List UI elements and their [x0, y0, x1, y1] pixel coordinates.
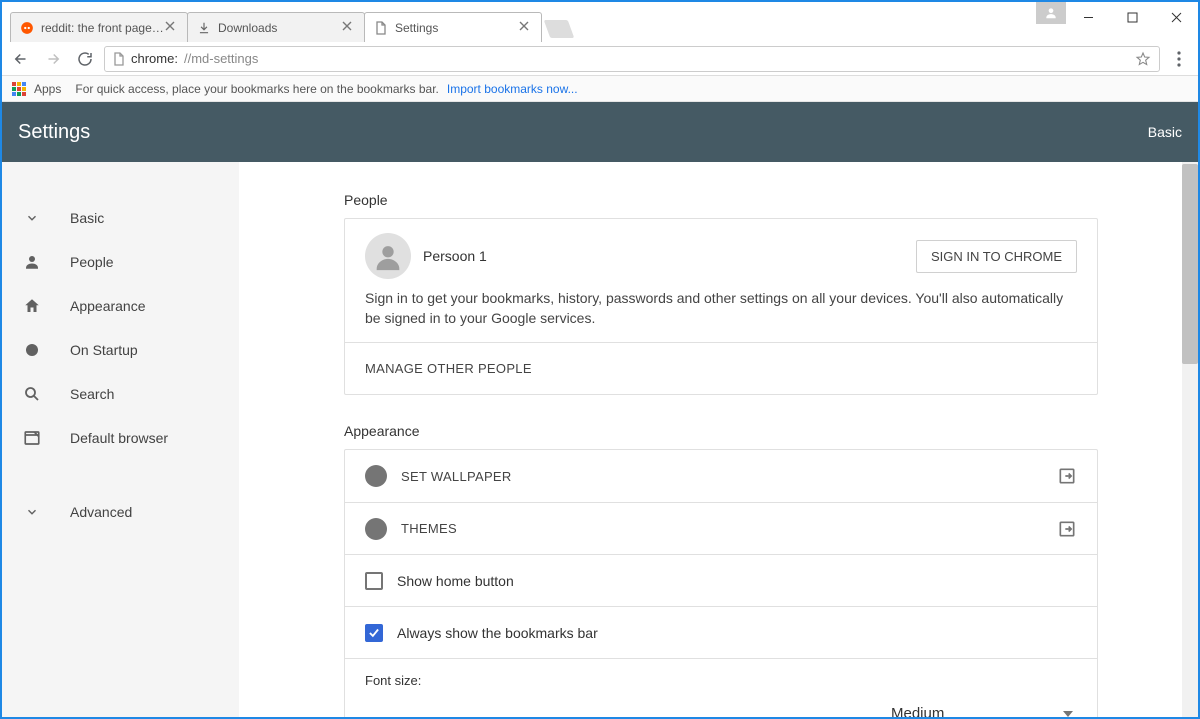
appearance-card: SET WALLPAPER THEMES Show home button [344, 449, 1098, 717]
download-icon [196, 20, 212, 36]
import-bookmarks-link[interactable]: Import bookmarks now... [447, 82, 578, 96]
caret-down-icon [1063, 711, 1073, 717]
tab-title: Downloads [218, 21, 342, 35]
mode-toggle[interactable]: Basic [1148, 124, 1182, 140]
page-title: Settings [18, 121, 90, 144]
sidebar-item-default-browser[interactable]: Default browser [2, 416, 239, 460]
browser-window: reddit: the front page of Downloads Sett [0, 0, 1200, 719]
close-icon[interactable] [342, 21, 356, 35]
avatar [365, 233, 411, 279]
themes-row[interactable]: THEMES [345, 502, 1097, 554]
search-icon [22, 384, 42, 404]
person-icon [22, 252, 42, 272]
bookmarks-bar: Apps For quick access, place your bookma… [2, 76, 1198, 102]
tab-downloads[interactable]: Downloads [187, 12, 365, 42]
scrollbar-thumb[interactable] [1182, 164, 1198, 364]
sign-in-button[interactable]: SIGN IN TO CHROME [916, 240, 1077, 273]
sidebar-item-label: Advanced [70, 504, 132, 520]
browser-icon [22, 428, 42, 448]
set-wallpaper-row[interactable]: SET WALLPAPER [345, 450, 1097, 502]
manage-people-row[interactable]: MANAGE OTHER PEOPLE [345, 342, 1097, 394]
sidebar-item-label: Appearance [70, 298, 146, 314]
tab-reddit[interactable]: reddit: the front page of [10, 12, 188, 42]
apps-icon[interactable] [12, 82, 26, 96]
font-size-label: Font size: [365, 673, 1077, 688]
open-external-icon[interactable] [1057, 466, 1077, 486]
titlebar: reddit: the front page of Downloads Sett [2, 2, 1198, 42]
bookmark-star-icon[interactable] [1135, 51, 1151, 67]
bookmarks-bar-label: Always show the bookmarks bar [397, 625, 598, 641]
sidebar-item-label: Basic [70, 210, 104, 226]
show-home-button-row[interactable]: Show home button [345, 554, 1097, 606]
url-path: //md-settings [184, 51, 258, 66]
browser-menu-button[interactable] [1166, 46, 1192, 72]
tabs-strip: reddit: the front page of Downloads Sett [2, 2, 1036, 42]
home-button-label: Show home button [397, 573, 514, 589]
back-button[interactable] [8, 46, 34, 72]
chevron-down-icon [22, 502, 42, 522]
people-card: Persoon 1 SIGN IN TO CHROME Sign in to g… [344, 218, 1098, 395]
sidebar-item-label: People [70, 254, 114, 270]
toolbar: chrome: //md-settings [2, 42, 1198, 76]
sidebar-item-basic[interactable]: Basic [2, 196, 239, 240]
manage-people-label: MANAGE OTHER PEOPLE [365, 361, 532, 376]
section-label-people: People [344, 192, 1098, 208]
themes-label: THEMES [401, 521, 457, 536]
settings-main: People Persoon 1 SIGN IN TO CHROME Sign … [239, 162, 1198, 717]
close-icon[interactable] [165, 21, 179, 35]
sidebar-item-appearance[interactable]: Appearance [2, 284, 239, 328]
window-controls [1036, 2, 1198, 42]
sidebar-item-advanced[interactable]: Advanced [2, 490, 239, 534]
sidebar-item-startup[interactable]: On Startup [2, 328, 239, 372]
home-button-checkbox[interactable] [365, 572, 383, 590]
forward-button[interactable] [40, 46, 66, 72]
set-wallpaper-label: SET WALLPAPER [401, 469, 512, 484]
circle-icon [365, 518, 387, 540]
maximize-button[interactable] [1110, 2, 1154, 32]
profile-row: Persoon 1 SIGN IN TO CHROME Sign in to g… [345, 219, 1097, 342]
tab-title: reddit: the front page of [41, 21, 165, 35]
document-icon [373, 20, 389, 36]
open-external-icon[interactable] [1057, 519, 1077, 539]
tab-title: Settings [395, 21, 519, 35]
chevron-down-icon [22, 208, 42, 228]
scrollbar[interactable] [1182, 162, 1198, 717]
sidebar: Basic People Appearance On Startup Searc… [2, 162, 239, 717]
user-badge[interactable] [1036, 2, 1066, 24]
sidebar-item-label: On Startup [70, 342, 138, 358]
reload-button[interactable] [72, 46, 98, 72]
sidebar-item-label: Default browser [70, 430, 168, 446]
close-icon[interactable] [519, 21, 533, 35]
circle-icon [365, 465, 387, 487]
profile-description: Sign in to get your bookmarks, history, … [365, 289, 1077, 328]
new-tab-button[interactable] [544, 20, 575, 38]
sidebar-item-search[interactable]: Search [2, 372, 239, 416]
font-size-select[interactable]: Medium [887, 698, 1077, 717]
home-icon [22, 296, 42, 316]
section-label-appearance: Appearance [344, 423, 1098, 439]
bookmarks-bar-row[interactable]: Always show the bookmarks bar [345, 606, 1097, 658]
profile-name: Persoon 1 [423, 248, 487, 264]
bookmarks-hint: For quick access, place your bookmarks h… [75, 82, 439, 96]
sidebar-item-people[interactable]: People [2, 240, 239, 284]
font-size-row: Font size: Medium [345, 658, 1097, 717]
reddit-icon [19, 20, 35, 36]
close-window-button[interactable] [1154, 2, 1198, 32]
content: Basic People Appearance On Startup Searc… [2, 162, 1198, 717]
document-icon [113, 52, 125, 66]
apps-label[interactable]: Apps [34, 82, 61, 96]
address-bar[interactable]: chrome: //md-settings [104, 46, 1160, 72]
minimize-button[interactable] [1066, 2, 1110, 32]
bookmarks-bar-checkbox[interactable] [365, 624, 383, 642]
sidebar-item-label: Search [70, 386, 114, 402]
settings-header: Settings Basic [2, 102, 1198, 162]
circle-icon [22, 340, 42, 360]
font-size-value: Medium [891, 705, 944, 717]
url-scheme: chrome: [131, 51, 178, 66]
tab-settings[interactable]: Settings [364, 12, 542, 42]
